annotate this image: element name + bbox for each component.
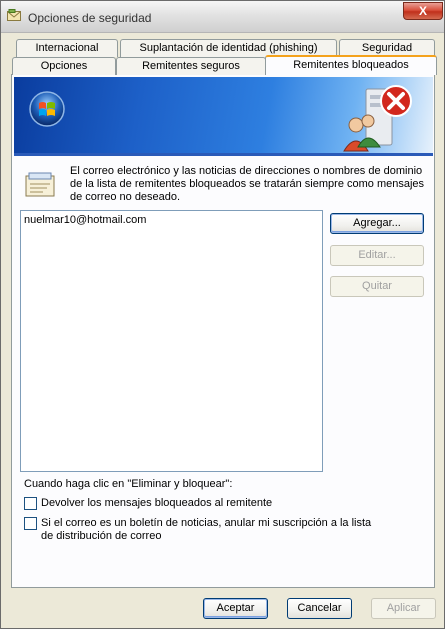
blocked-users-server-icon xyxy=(343,85,412,152)
return-messages-label[interactable]: Devolver los mensajes bloqueados al remi… xyxy=(41,497,272,510)
tab-label: Internacional xyxy=(35,42,99,54)
unsubscribe-label[interactable]: Si el correo es un boletín de noticias, … xyxy=(41,517,381,543)
tab-remitentes-seguros[interactable]: Remitentes seguros xyxy=(116,57,266,75)
list-item[interactable]: nuelmar10@hotmail.com xyxy=(24,214,146,226)
info-description: El correo electrónico y las noticias de … xyxy=(70,165,425,203)
header-banner xyxy=(14,77,433,156)
delete-block-heading: Cuando haga clic en "Eliminar y bloquear… xyxy=(24,478,233,490)
ok-button[interactable]: Aceptar xyxy=(203,598,268,619)
tab-remitentes-bloqueados[interactable]: Remitentes bloqueados xyxy=(265,55,437,75)
unsubscribe-checkbox[interactable] xyxy=(24,517,37,530)
cancel-button[interactable]: Cancelar xyxy=(287,598,352,619)
blocked-senders-list[interactable]: nuelmar10@hotmail.com xyxy=(20,210,323,472)
close-button[interactable]: X xyxy=(403,2,443,20)
return-messages-checkbox[interactable] xyxy=(24,497,37,510)
banner-divider xyxy=(14,153,433,156)
windows-logo-icon xyxy=(29,91,65,127)
apply-button[interactable]: Aplicar xyxy=(371,598,436,619)
junk-mail-icon xyxy=(25,172,55,197)
mail-options-icon xyxy=(7,9,21,21)
title-bar[interactable]: Opciones de seguridad X xyxy=(1,1,444,33)
tab-label: Suplantación de identidad (phishing) xyxy=(139,42,318,54)
close-icon: X xyxy=(418,4,427,18)
tab-label: Remitentes seguros xyxy=(142,60,240,72)
tab-label: Remitentes bloqueados xyxy=(293,59,409,71)
tab-internacional[interactable]: Internacional xyxy=(16,39,118,57)
tab-opciones[interactable]: Opciones xyxy=(12,57,116,75)
tab-label: Opciones xyxy=(40,60,88,72)
window-title: Opciones de seguridad xyxy=(28,11,152,25)
security-options-dialog: Opciones de seguridad X Internacional Su… xyxy=(0,0,445,629)
add-button[interactable]: Agregar... xyxy=(330,213,424,234)
tab-label: Seguridad xyxy=(361,42,413,54)
remove-button[interactable]: Quitar xyxy=(330,276,424,297)
edit-button[interactable]: Editar... xyxy=(330,245,424,266)
